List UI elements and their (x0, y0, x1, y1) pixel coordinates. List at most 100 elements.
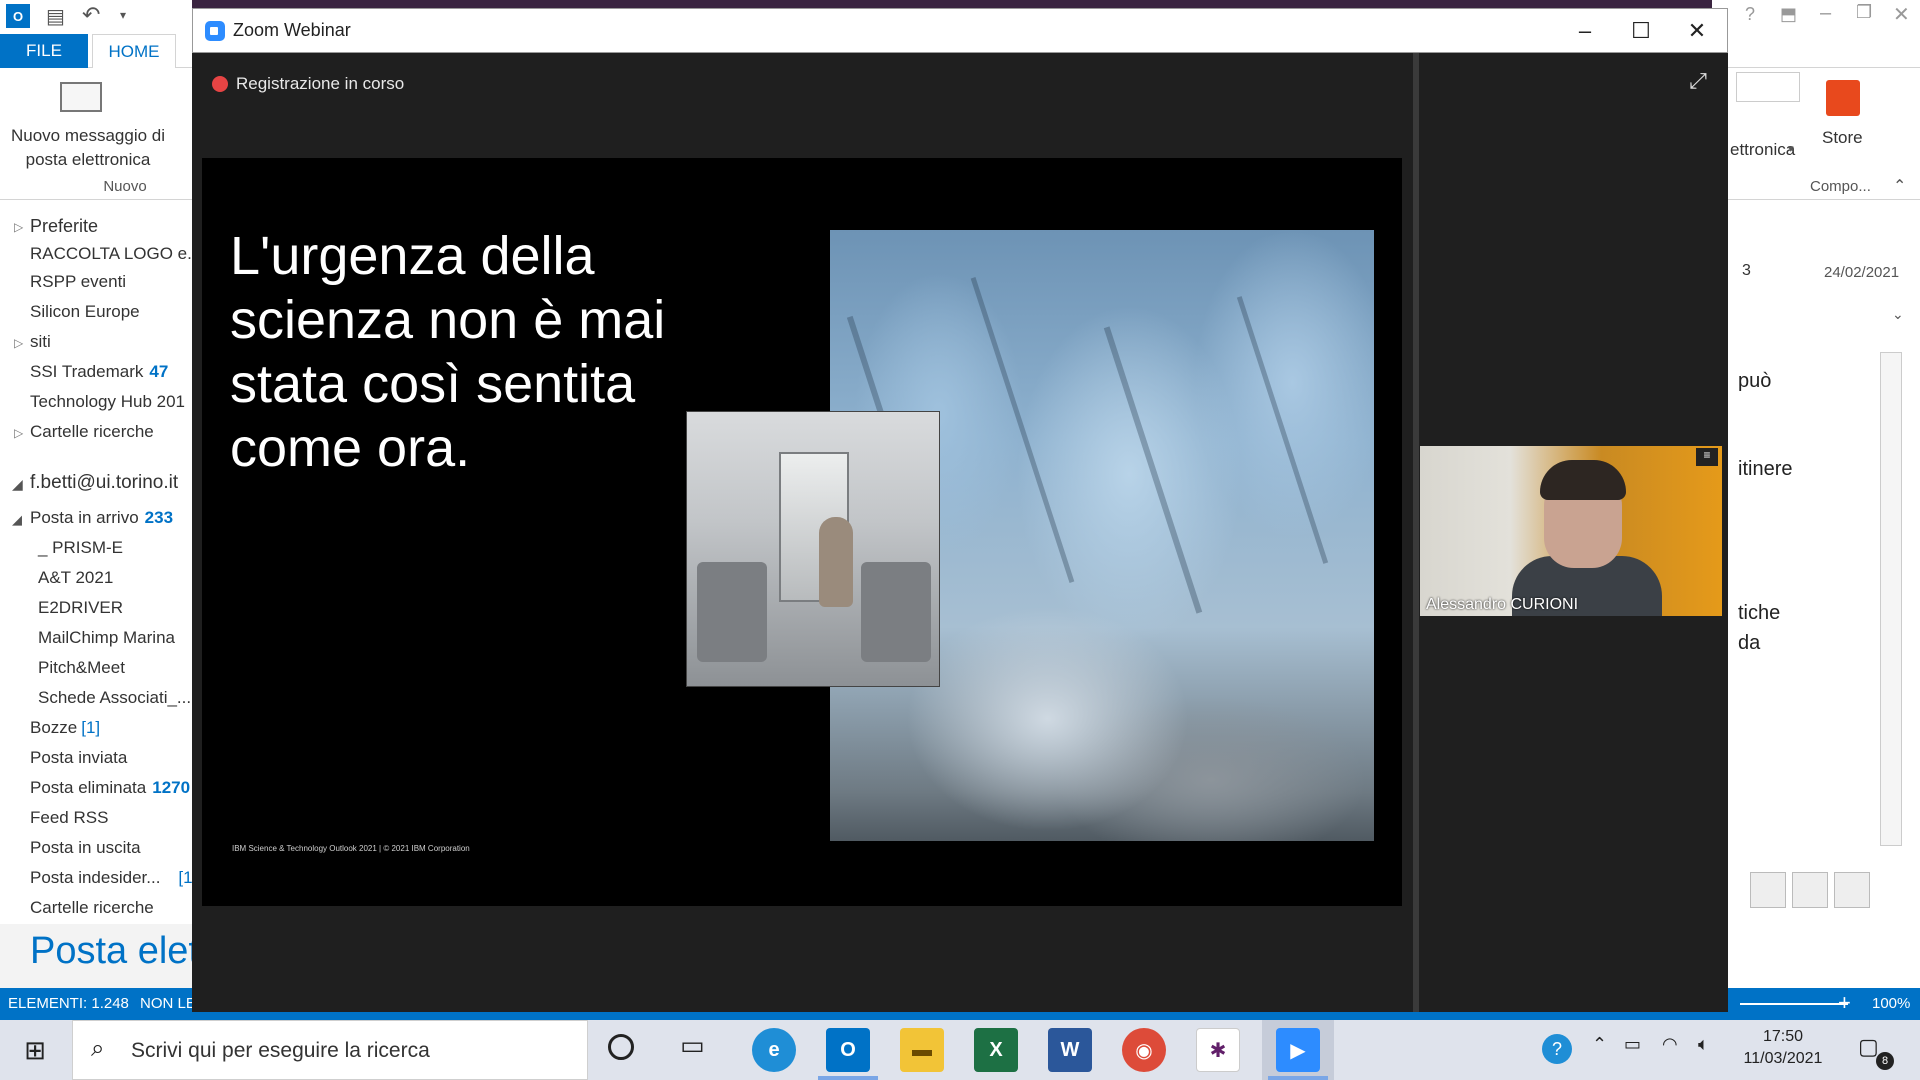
battery-icon[interactable]: ▭ (1624, 1034, 1641, 1055)
people-pane (1728, 868, 1888, 910)
inbox-collapse-icon[interactable]: ◢ (12, 512, 22, 528)
participant-hair (1540, 460, 1626, 500)
account-collapse-icon[interactable]: ◢ (12, 476, 23, 493)
folder-drafts[interactable]: Bozze [1] (30, 718, 100, 738)
unread-count: 233 (144, 508, 174, 527)
tab-home[interactable]: HOME (92, 34, 176, 68)
close-icon[interactable]: ✕ (1893, 2, 1910, 27)
task-view-icon[interactable]: ▭ (680, 1030, 705, 1061)
chevron-up-icon[interactable]: ⌃ (1592, 1034, 1607, 1055)
draft-count: [1] (81, 718, 101, 737)
zoom-titlebar: Zoom Webinar – ☐ ✕ (192, 8, 1728, 53)
favorites-expand-icon[interactable]: ▷ (14, 220, 23, 234)
zoom-logo-icon (205, 21, 225, 41)
windows-start-icon[interactable]: ⊞ (0, 1020, 70, 1080)
folder-outbox[interactable]: Posta in uscita (30, 838, 141, 858)
system-clock[interactable]: 17:50 11/03/2021 (1738, 1026, 1828, 1070)
folder-junk[interactable]: Posta indesider... [1 (30, 868, 193, 888)
siti-expand-icon[interactable]: ▷ (14, 336, 23, 350)
close-icon[interactable]: ✕ (1669, 13, 1725, 49)
fullscreen-icon[interactable]: ⤢ (1682, 68, 1714, 100)
folder-pane: ▷ Preferite RACCOLTA LOGO e... RSPP even… (0, 200, 201, 922)
folder-raccolta[interactable]: RACCOLTA LOGO e... (30, 244, 201, 260)
maximize-icon[interactable]: ☐ (1613, 13, 1669, 49)
save-icon[interactable]: ▤ (46, 4, 65, 29)
reading-scrollbar[interactable] (1880, 352, 1902, 846)
person-icon (1750, 872, 1786, 908)
message-text-2: itinere (1738, 458, 1793, 480)
folder-deleted[interactable]: Posta eliminata 1270 (30, 778, 190, 798)
excel-icon[interactable]: X (974, 1028, 1018, 1072)
account-name[interactable]: f.betti@ui.torino.it (30, 472, 178, 494)
tab-file[interactable]: FILE (0, 34, 88, 68)
folder-search-folders[interactable]: Cartelle ricerche (30, 422, 154, 442)
edge-icon[interactable]: e (752, 1028, 796, 1072)
folder-siti[interactable]: siti (30, 332, 51, 352)
folder-label: SSI Trademark (30, 362, 144, 381)
folder-label: Posta in arrivo (30, 508, 139, 527)
minimize-icon[interactable]: – (1820, 2, 1831, 25)
folder-pitch[interactable]: Pitch&Meet (38, 658, 125, 678)
participant-video[interactable]: ≡ Alessandro CURIONI (1420, 446, 1722, 616)
folder-inbox[interactable]: Posta in arrivo 233 (30, 508, 173, 528)
ice-ridge (1236, 296, 1329, 564)
ribbon-group-label-new: Nuovo (103, 178, 147, 195)
notification-center-icon[interactable]: ▢ (1858, 1034, 1879, 1060)
chrome-icon[interactable]: ◉ (1122, 1028, 1166, 1072)
video-options-icon[interactable]: ≡ (1696, 448, 1718, 466)
clock-date: 11/03/2021 (1743, 1050, 1823, 1067)
outlook-taskbar-icon[interactable]: O (826, 1028, 870, 1072)
cartelle-expand-icon[interactable]: ▷ (14, 426, 23, 440)
help-icon[interactable]: ? (1745, 4, 1755, 25)
quick-access-dropdown-icon[interactable]: ▾ (120, 8, 126, 22)
slide-footer: IBM Science & Technology Outlook 2021 | … (232, 844, 470, 853)
folder-schede[interactable]: Schede Associati_... (38, 688, 191, 708)
folder-rspp[interactable]: RSPP eventi (30, 272, 126, 292)
zoom-window: Zoom Webinar – ☐ ✕ Registrazione in cors… (192, 8, 1728, 1012)
folder-sent[interactable]: Posta inviata (30, 748, 127, 768)
outlook-logo-icon[interactable]: O (6, 4, 30, 28)
zoom-level[interactable]: 100% (1872, 995, 1910, 1012)
slack-icon[interactable]: ✱ (1196, 1028, 1240, 1072)
volume-icon[interactable]: 🔈︎ (1698, 1034, 1709, 1055)
folder-search-folders-2[interactable]: Cartelle ricerche (30, 898, 154, 918)
help-tray-icon[interactable]: ? (1542, 1034, 1572, 1064)
ice-ridge (970, 277, 1075, 583)
new-email-button[interactable]: Nuovo messaggio di posta elettronica (8, 124, 168, 172)
message-text-1: può (1738, 370, 1772, 392)
wifi-icon[interactable]: ◠ (1662, 1034, 1678, 1055)
gallery-splitter[interactable] (1413, 53, 1419, 1012)
folder-rss[interactable]: Feed RSS (30, 808, 108, 828)
zoom-slider[interactable] (1740, 1003, 1848, 1005)
folder-silicon[interactable]: Silicon Europe (30, 302, 140, 322)
undo-icon[interactable]: ↶ (82, 2, 100, 28)
status-unread: NON LE (140, 995, 196, 1012)
minimize-icon[interactable]: – (1557, 13, 1613, 49)
folder-prism[interactable]: _ PRISM-E (38, 538, 123, 558)
folder-mailchimp[interactable]: MailChimp Marina (38, 628, 175, 648)
taskbar: ⊞ ⌕ Scrivi qui per eseguire la ricerca ▭… (0, 1020, 1920, 1080)
cortana-icon[interactable] (608, 1034, 634, 1060)
folder-ssi[interactable]: SSI Trademark 47 (30, 362, 168, 382)
shared-screen-slide: L'urgenza della scienza non è mai stata … (202, 158, 1402, 906)
folder-at2021[interactable]: A&T 2021 (38, 568, 113, 588)
folder-label: Posta indesider... (30, 868, 161, 887)
folder-favorites[interactable]: Preferite (30, 216, 98, 237)
train-photo (686, 411, 940, 687)
reading-pane: 3 24/02/2021 ⌄ può itinere tiche da (1728, 34, 1920, 988)
ribbon-display-icon[interactable]: ⬒ (1780, 4, 1797, 25)
folder-techhub[interactable]: Technology Hub 201 (30, 392, 185, 412)
folder-e2driver[interactable]: E2DRIVER (38, 598, 123, 618)
recording-label: Registrazione in corso (236, 74, 405, 93)
junk-count: [1 (178, 868, 193, 887)
restore-icon[interactable]: ❐ (1856, 2, 1872, 23)
taskbar-search-input[interactable]: ⌕ Scrivi qui per eseguire la ricerca (72, 1020, 588, 1080)
notification-count: 8 (1876, 1052, 1894, 1070)
new-email-icon[interactable] (60, 82, 102, 112)
section-title-bar: Posta elett (0, 924, 210, 988)
word-icon[interactable]: W (1048, 1028, 1092, 1072)
expand-header-icon[interactable]: ⌄ (1892, 306, 1904, 323)
file-explorer-icon[interactable]: ▬ (900, 1028, 944, 1072)
zoom-in-icon[interactable]: + (1838, 990, 1851, 1016)
zoom-taskbar-icon[interactable]: ▶ (1276, 1028, 1320, 1072)
